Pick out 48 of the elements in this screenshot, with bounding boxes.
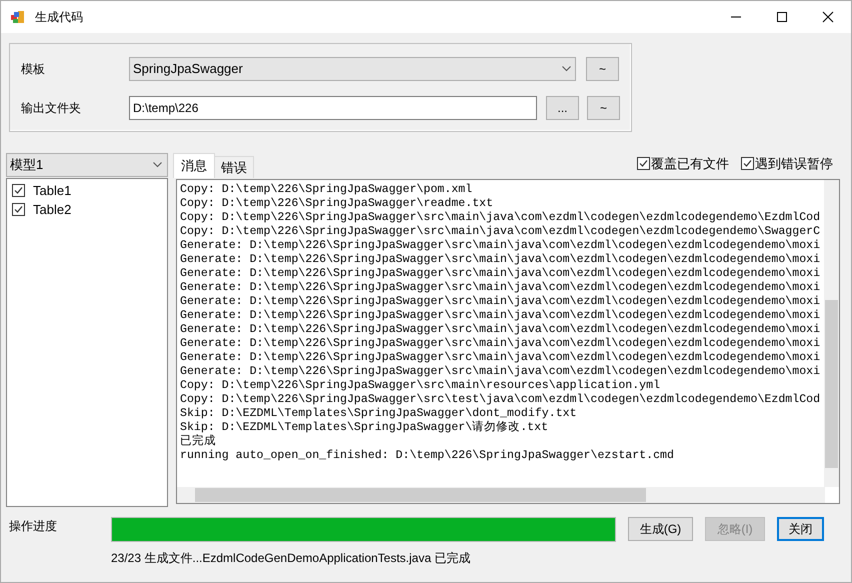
- log-line: Generate: D:\temp\226\SpringJpaSwagger\src\main\java\com\ezdml\codegen\ezdmlcodegendemo\moxi: [180, 239, 820, 253]
- log-line: Skip: D:\EZDML\Templates\SpringJpaSwagger\请勿修改.txt: [180, 421, 548, 434]
- progress-label: 操作进度: [9, 518, 57, 535]
- log-line: 已完成: [180, 435, 216, 449]
- field-label: 输出文件夹: [21, 100, 81, 117]
- log-line: Copy: D:\temp\226\SpringJpaSwagger\src\main\java\com\ezdml\codegen\ezdmlcodegendemo\EzdmlCod: [180, 211, 820, 225]
- model-dropdown[interactable]: 模型1: [6, 153, 168, 177]
- log-line: Copy: D:\temp\226\SpringJpaSwagger\src\test\java\com\ezdml\codegen\ezdmlcodegendemo\EzdmlCod: [180, 393, 820, 407]
- dialog-button[interactable]: 关闭: [777, 517, 824, 541]
- log-line: running auto_open_on_finished: D:\temp\226\SpringJpaSwagger\ezstart.cmd: [180, 449, 674, 463]
- template-button[interactable]: ~: [586, 57, 619, 81]
- option-label[interactable]: 覆盖已有文件: [651, 154, 729, 174]
- log-line: Copy: D:\temp\226\SpringJpaSwagger\src\main\resources\application.yml: [180, 379, 660, 393]
- log-line: Copy: D:\temp\226\SpringJpaSwagger\pom.xml: [180, 183, 472, 197]
- log-line: Skip: D:\EZDML\Templates\SpringJpaSwagger\dont_modify.txt: [180, 407, 577, 420]
- log-line: Generate: D:\temp\226\SpringJpaSwagger\src\main\java\com\ezdml\codegen\ezdmlcodegendemo\moxi: [180, 295, 820, 309]
- horizontal-scrollbar[interactable]: [177, 487, 825, 503]
- checkbox[interactable]: [12, 184, 25, 197]
- template-dropdown[interactable]: SpringJpaSwagger: [129, 57, 576, 81]
- log-line: Copy: D:\temp\226\SpringJpaSwagger\src\main\java\com\ezdml\codegen\ezdmlcodegendemo\SwaggerC: [180, 225, 820, 239]
- window-title: 生成代码: [35, 9, 83, 26]
- option-label[interactable]: 遇到错误暂停: [755, 154, 833, 174]
- dialog-button[interactable]: 生成(G): [628, 517, 693, 541]
- log-line: Generate: D:\temp\226\SpringJpaSwagger\src\main\java\com\ezdml\codegen\ezdmlcodegendemo\moxi: [180, 309, 820, 323]
- log-line: Generate: D:\temp\226\SpringJpaSwagger\src\main\java\com\ezdml\codegen\ezdmlcodegendemo\moxi: [180, 323, 820, 337]
- output-folder-field[interactable]: D:\temp\226: [129, 96, 537, 120]
- log-line: Generate: D:\temp\226\SpringJpaSwagger\src\main\java\com\ezdml\codegen\ezdmlcodegendemo\moxi: [180, 267, 820, 281]
- tab[interactable]: 消息: [173, 153, 215, 178]
- table-item[interactable]: Table1: [33, 180, 72, 200]
- caret-icon: [562, 66, 571, 72]
- status-text: 23/23 生成文件...EzdmlCodeGenDemoApplicationTests.java 已完成: [111, 550, 470, 567]
- field-label: 模板: [21, 61, 45, 78]
- table-item[interactable]: Table2: [33, 200, 72, 220]
- log-line: Generate: D:\temp\226\SpringJpaSwagger\src\main\java\com\ezdml\codegen\ezdmlcodegendemo\moxi: [180, 281, 820, 295]
- browse-button[interactable]: ...: [546, 96, 579, 120]
- log-line: Copy: D:\temp\226\SpringJpaSwagger\readme.txt: [180, 197, 494, 211]
- log-line: Generate: D:\temp\226\SpringJpaSwagger\src\main\java\com\ezdml\codegen\ezdmlcodegendemo\moxi: [180, 365, 820, 379]
- checkbox[interactable]: [741, 157, 754, 170]
- checkbox[interactable]: [12, 203, 25, 216]
- log-line: Generate: D:\temp\226\SpringJpaSwagger\src\main\java\com\ezdml\codegen\ezdmlcodegendemo\moxi: [180, 351, 820, 365]
- tab[interactable]: 错误: [215, 156, 254, 178]
- log-line: Generate: D:\temp\226\SpringJpaSwagger\src\main\java\com\ezdml\codegen\ezdmlcodegendemo\moxi: [180, 253, 820, 267]
- app-icon: [10, 9, 26, 25]
- output-button[interactable]: ~: [587, 96, 620, 120]
- caret-icon: [153, 162, 162, 168]
- checkbox[interactable]: [637, 157, 650, 170]
- log-line: Generate: D:\temp\226\SpringJpaSwagger\src\main\java\com\ezdml\codegen\ezdmlcodegendemo\moxi: [180, 337, 820, 351]
- vertical-scrollbar[interactable]: [824, 180, 839, 487]
